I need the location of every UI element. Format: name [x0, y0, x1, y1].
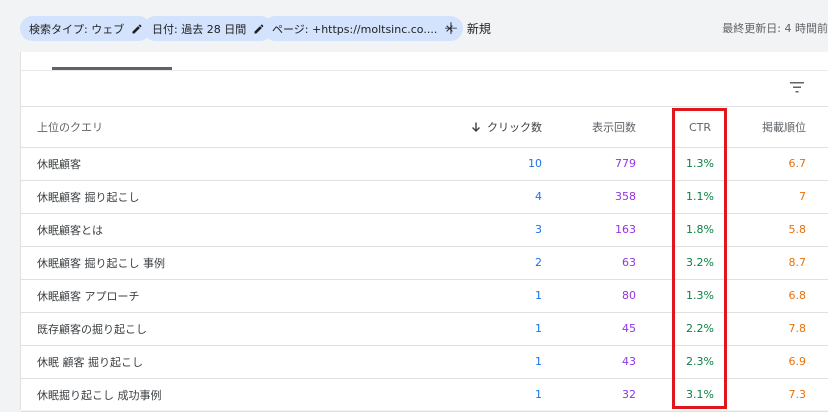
- header-ctr[interactable]: CTR: [675, 107, 725, 147]
- table-row[interactable]: 休眠顧客 掘り起こし 4 358 1.1% 7: [21, 180, 828, 214]
- position-cell: 5.8: [788, 223, 807, 236]
- table-row[interactable]: 休眠顧客 掘り起こし 事例 2 63 3.2% 8.7: [21, 246, 828, 280]
- position-cell: 6.9: [788, 355, 807, 368]
- impressions-cell: 43: [622, 355, 636, 368]
- new-filter-button[interactable]: + 新規: [443, 16, 491, 41]
- edit-icon[interactable]: [131, 23, 143, 35]
- ctr-cell: 1.1%: [686, 190, 714, 203]
- query-cell: 休眠顧客: [37, 157, 81, 171]
- ctr-cell: 3.1%: [686, 388, 714, 401]
- ctr-cell: 2.3%: [686, 355, 714, 368]
- plus-icon: +: [443, 17, 459, 39]
- header-clicks-label: クリック数: [487, 121, 542, 134]
- position-cell: 7.3: [788, 388, 807, 401]
- impressions-cell: 779: [615, 157, 636, 170]
- clicks-cell: 1: [535, 388, 542, 401]
- tab-strip: [21, 52, 828, 71]
- active-tab-indicator: [52, 67, 172, 70]
- position-cell: 8.7: [788, 256, 807, 269]
- ctr-cell: 1.3%: [686, 289, 714, 302]
- filter-rows-icon[interactable]: [789, 79, 809, 95]
- query-cell: 既存顧客の掘り起こし: [37, 322, 147, 336]
- last-updated-text: 最終更新日: 4 時間前: [722, 22, 828, 35]
- header-query[interactable]: 上位のクエリ: [37, 107, 103, 147]
- search-type-chip-label: 検索タイプ: ウェブ: [29, 22, 125, 36]
- filter-bar: 検索タイプ: ウェブ 日付: 過去 28 日間 ページ: +https://mo…: [0, 0, 828, 52]
- queries-card: 上位のクエリ クリック数 表示回数 CTR 掲載順位 休眠顧客 10 779 1…: [20, 52, 828, 412]
- new-filter-label: 新規: [466, 22, 491, 36]
- clicks-cell: 1: [535, 322, 542, 335]
- clicks-cell: 1: [535, 289, 542, 302]
- clicks-cell: 2: [535, 256, 542, 269]
- impressions-cell: 32: [622, 388, 636, 401]
- query-cell: 休眠掘り起こし 成功事例: [37, 388, 162, 402]
- position-cell: 6.7: [788, 157, 807, 170]
- page-filter-chip[interactable]: ページ: +https://moltsinc.co....: [263, 16, 464, 41]
- query-cell: 休眠顧客 掘り起こし 事例: [37, 256, 165, 270]
- table-row[interactable]: 休眠 顧客 掘り起こし 1 43 2.3% 6.9: [21, 345, 828, 379]
- position-cell: 7.8: [788, 322, 807, 335]
- impressions-cell: 358: [615, 190, 636, 203]
- page-filter-chip-label: ページ: +https://moltsinc.co....: [272, 22, 438, 36]
- query-cell: 休眠顧客とは: [37, 223, 103, 237]
- table-row[interactable]: 休眠顧客 10 779 1.3% 6.7: [21, 147, 828, 181]
- impressions-cell: 63: [622, 256, 636, 269]
- table-row[interactable]: 既存顧客の掘り起こし 1 45 2.2% 7.8: [21, 312, 828, 346]
- header-impressions[interactable]: 表示回数: [592, 107, 636, 147]
- header-position[interactable]: 掲載順位: [762, 107, 806, 147]
- table-row[interactable]: 休眠掘り起こし 成功事例 1 32 3.1% 7.3: [21, 378, 828, 412]
- header-clicks[interactable]: クリック数: [471, 107, 542, 147]
- table-row[interactable]: 休眠顧客とは 3 163 1.8% 5.8: [21, 213, 828, 247]
- impressions-cell: 80: [622, 289, 636, 302]
- search-type-chip[interactable]: 検索タイプ: ウェブ: [20, 16, 152, 41]
- table-header: 上位のクエリ クリック数 表示回数 CTR 掲載順位: [21, 106, 828, 148]
- sort-descending-icon: [471, 122, 481, 133]
- impressions-cell: 163: [615, 223, 636, 236]
- clicks-cell: 10: [528, 157, 542, 170]
- table-row[interactable]: 休眠顧客 アプローチ 1 80 1.3% 6.8: [21, 279, 828, 313]
- query-cell: 休眠 顧客 掘り起こし: [37, 355, 143, 369]
- query-cell: 休眠顧客 掘り起こし: [37, 190, 140, 204]
- clicks-cell: 4: [535, 190, 542, 203]
- date-range-chip[interactable]: 日付: 過去 28 日間: [143, 16, 274, 41]
- clicks-cell: 3: [535, 223, 542, 236]
- ctr-cell: 1.8%: [686, 223, 714, 236]
- position-cell: 6.8: [788, 289, 807, 302]
- clicks-cell: 1: [535, 355, 542, 368]
- position-cell: 7: [799, 190, 806, 203]
- date-range-chip-label: 日付: 過去 28 日間: [152, 22, 247, 36]
- ctr-cell: 1.3%: [686, 157, 714, 170]
- query-cell: 休眠顧客 アプローチ: [37, 289, 140, 303]
- impressions-cell: 45: [622, 322, 636, 335]
- ctr-cell: 3.2%: [686, 256, 714, 269]
- ctr-cell: 2.2%: [686, 322, 714, 335]
